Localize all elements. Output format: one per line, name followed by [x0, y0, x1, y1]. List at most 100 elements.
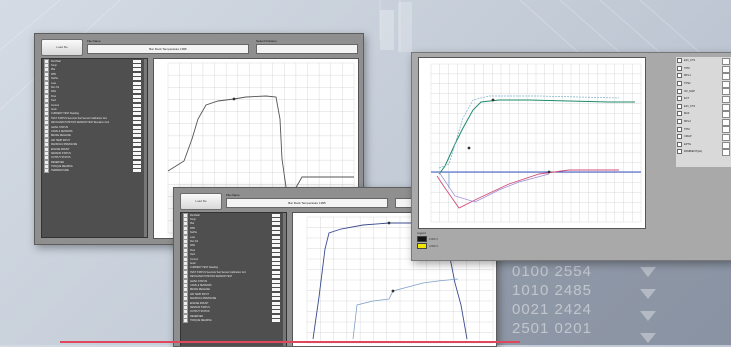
series-checkbox[interactable] — [677, 88, 682, 94]
parameter-name: MANIFOLD PRESSURE — [190, 297, 217, 301]
file-name-field[interactable]: Bar Rock Temperature 1995 — [226, 198, 388, 208]
series-checkbox[interactable] — [677, 65, 682, 71]
parameter-value-box — [133, 134, 141, 138]
parameter-value-box — [133, 72, 141, 76]
parameter-value-box — [272, 244, 280, 248]
parameter-value-box — [272, 275, 280, 279]
series-name: ECT — [684, 97, 690, 101]
bg-number-line: 0100 2554 — [512, 263, 592, 280]
legend-swatch — [417, 243, 427, 249]
parameter-name: SENSOR STATUS — [51, 151, 71, 155]
parameter-value-box — [133, 81, 141, 85]
parameter-name: Flow — [51, 94, 57, 98]
series-checkbox[interactable] — [677, 96, 682, 102]
parameter-value-box — [133, 107, 141, 111]
parameter-name: Current — [190, 257, 198, 261]
parameter-name: Auxin — [190, 261, 196, 265]
parameter-value-box — [133, 94, 141, 98]
series-checkbox[interactable] — [677, 119, 682, 125]
series-row[interactable]: TPM — [676, 65, 731, 73]
parameter-value-box — [133, 86, 141, 90]
series-row[interactable]: IAT_MAP — [676, 87, 731, 96]
parameter-name: OUTPUT STATUS — [51, 156, 71, 160]
series-row[interactable]: EIO_CTS — [676, 103, 731, 111]
series-checkbox[interactable] — [677, 126, 682, 132]
series-row[interactable]: MPL1 — [676, 72, 731, 81]
series-row[interactable]: PAMBIENT(psi) — [676, 148, 731, 157]
series-row[interactable]: MPL2 — [676, 118, 731, 126]
parameter-value-box — [133, 112, 141, 116]
parameter-name: Auxin — [51, 107, 57, 111]
series-name: MPL1 — [684, 74, 691, 78]
series-name: CMAP — [684, 135, 692, 139]
series-checkbox[interactable] — [677, 81, 682, 87]
accent-line — [60, 341, 520, 343]
parameter-name: Tach — [190, 253, 196, 257]
series-checkbox[interactable] — [677, 134, 682, 140]
series-color-box — [722, 149, 730, 157]
file-name-field[interactable]: Bar Rock Temperature 1995 — [87, 44, 249, 54]
parameter-name: AIR TEMP INPUT — [190, 292, 210, 296]
series-name: MAF — [684, 112, 690, 116]
parameter-value-box — [133, 165, 141, 169]
triangle-icon — [640, 289, 656, 299]
trace-marker — [391, 289, 395, 293]
parameter-name: BRAKE RELEASE — [51, 134, 71, 138]
triangle-icon — [640, 333, 656, 343]
parameter-value-box — [272, 288, 280, 292]
series-checkbox[interactable] — [677, 111, 682, 117]
series-row[interactable]: TPM — [676, 125, 731, 134]
parameter-name: RPM — [51, 72, 57, 76]
series-row[interactable]: EPTG — [676, 141, 731, 149]
series-row[interactable]: ECT — [676, 95, 731, 103]
parameter-value-box — [272, 222, 280, 226]
parameter-name: Plat — [190, 222, 195, 226]
series-checkbox[interactable] — [677, 103, 682, 109]
bg-number-line: 2501 0201 — [512, 320, 592, 337]
signal-chart — [418, 57, 646, 229]
series-checkbox[interactable] — [677, 149, 682, 155]
parameter-row[interactable]: TEMPERATURE — [42, 168, 147, 174]
parameter-value-box — [272, 226, 280, 230]
parameter-name: CAMS & SENSORS — [51, 129, 73, 133]
parameter-value-box — [133, 125, 141, 129]
parameter-value-box — [133, 160, 141, 164]
parameter-name: REVOLVER POSITION SENSOR TEST Elevation … — [51, 121, 110, 125]
parameter-value-box — [272, 240, 280, 244]
signal-trace — [352, 278, 459, 340]
parameter-value-box — [272, 305, 280, 309]
search-params-label: Search Params — [256, 39, 277, 43]
parameter-value-box — [133, 116, 141, 120]
load-file-button[interactable]: Load file — [180, 193, 222, 210]
parameter-name: MANIFOLD PRESSURE — [51, 143, 78, 147]
parameter-row[interactable]: TORQUE READING — [181, 318, 286, 324]
search-params-field[interactable] — [256, 44, 358, 54]
series-row[interactable]: TPS2 — [676, 80, 731, 88]
series-row[interactable]: MAF — [676, 110, 731, 119]
parameter-name: OUTPUT STATUS — [190, 310, 210, 314]
parameter-name: TEST STATUS Seconds Test Sensor Calibrat… — [190, 270, 247, 274]
series-name: PAMBIENT(psi) — [684, 150, 703, 154]
triangle-icon — [640, 311, 656, 321]
parameter-checkbox[interactable] — [183, 318, 188, 324]
parameter-value-box — [133, 68, 141, 72]
parameter-name: RPM — [190, 226, 196, 230]
parameter-value-box — [272, 266, 280, 270]
parameter-value-box — [133, 90, 141, 94]
parameter-checkbox[interactable] — [44, 168, 49, 174]
series-row[interactable]: CMAP — [676, 133, 731, 141]
series-row[interactable]: EIO_CTS — [676, 57, 731, 65]
parameter-name: SwPos — [190, 231, 198, 235]
parameter-value-box — [133, 103, 141, 107]
bg-number-line: 0021 2424 — [512, 301, 592, 318]
parameter-value-box — [272, 270, 280, 274]
load-file-button[interactable]: Load file — [41, 39, 83, 56]
series-checkbox[interactable] — [677, 141, 682, 147]
series-checkbox[interactable] — [677, 73, 682, 79]
parameter-value-box — [272, 213, 280, 217]
parameter-name: Run/Stall — [51, 59, 61, 63]
trace-marker — [387, 221, 391, 225]
parameter-value-box — [272, 292, 280, 296]
series-checkbox[interactable] — [677, 58, 682, 64]
parameter-name: CURRENT TEST Reading — [190, 266, 218, 270]
